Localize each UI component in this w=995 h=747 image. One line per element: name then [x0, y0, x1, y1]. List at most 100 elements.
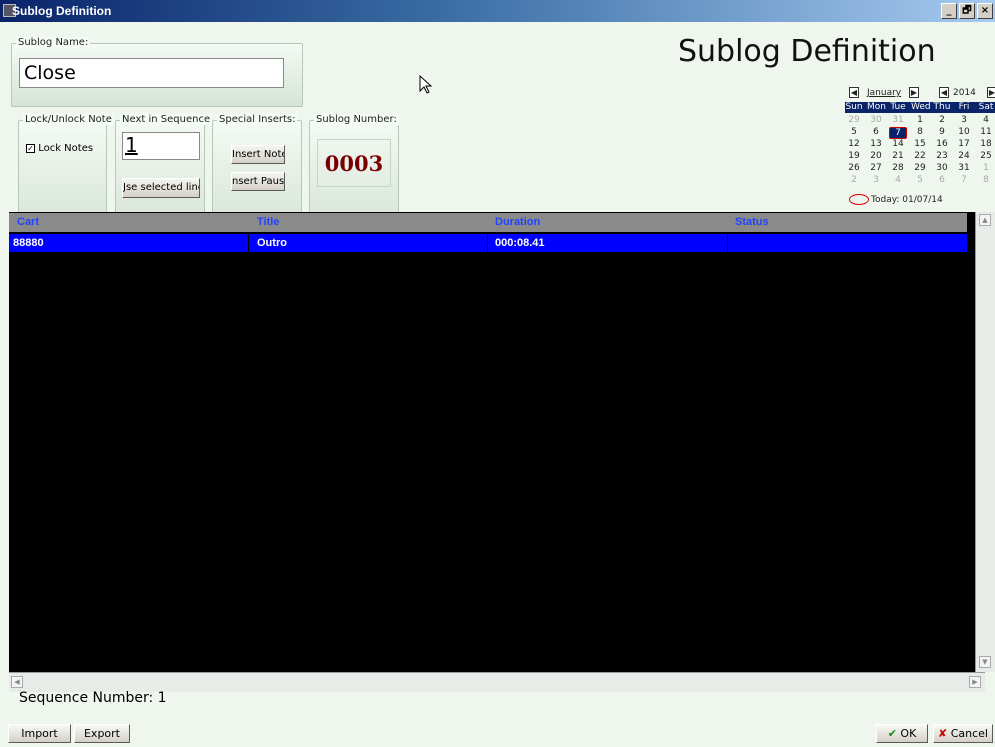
next-month-icon[interactable]: ▶: [909, 87, 919, 98]
lock-unlock-legend: Lock/Unlock Note: [23, 114, 114, 125]
column-header-cart[interactable]: Cart: [17, 216, 39, 228]
calendar-day[interactable]: 8: [911, 127, 929, 137]
calendar-day[interactable]: 1: [977, 163, 995, 173]
calendar-day[interactable]: 7: [889, 127, 907, 139]
calendar-nav: ◀ January ▶ ◀ 2014 ▶: [845, 86, 995, 100]
calendar-day[interactable]: 21: [889, 151, 907, 161]
scroll-up-icon[interactable]: ▲: [979, 214, 991, 226]
column-header-duration[interactable]: Duration: [495, 216, 540, 228]
calendar-day[interactable]: 2: [933, 115, 951, 125]
calendar-day[interactable]: 29: [845, 115, 863, 125]
scroll-left-icon[interactable]: ◀: [11, 676, 23, 688]
window-title-bar[interactable]: Sublog Definition _ 🗗 ×: [0, 0, 995, 22]
calendar-day[interactable]: 30: [867, 115, 885, 125]
calendar-day[interactable]: 19: [845, 151, 863, 161]
calendar-day[interactable]: 26: [845, 163, 863, 173]
calendar-year[interactable]: 2014: [953, 88, 976, 98]
calendar-day[interactable]: 5: [911, 175, 929, 185]
weekday-label: Sat: [978, 102, 994, 112]
calendar-day[interactable]: 15: [911, 139, 929, 149]
column-header-title[interactable]: Title: [257, 216, 279, 228]
sublog-name-group: Sublog Name: Close: [11, 37, 303, 107]
table-header: Cart Title Duration Status: [9, 213, 967, 232]
calendar-day[interactable]: 25: [977, 151, 995, 161]
calendar-day[interactable]: 7: [955, 175, 973, 185]
calendar-day[interactable]: 22: [911, 151, 929, 161]
calendar-day[interactable]: 27: [867, 163, 885, 173]
weekday-label: Tue: [890, 102, 906, 112]
scroll-right-icon[interactable]: ▶: [969, 676, 981, 688]
calendar-day[interactable]: 23: [933, 151, 951, 161]
calendar-day[interactable]: 12: [845, 139, 863, 149]
next-year-icon[interactable]: ▶: [987, 87, 995, 98]
calendar-month[interactable]: January: [867, 88, 901, 98]
maximize-button[interactable]: 🗗: [959, 3, 975, 19]
calendar-day[interactable]: 3: [955, 115, 973, 125]
calendar-day[interactable]: 13: [867, 139, 885, 149]
calendar-day[interactable]: 29: [911, 163, 929, 173]
calendar-day[interactable]: 9: [933, 127, 951, 137]
weekday-label: Wed: [911, 102, 931, 112]
calendar-weekday-header: Sun Mon Tue Wed Thu Fri Sat: [845, 102, 995, 113]
minimize-button[interactable]: _: [941, 3, 957, 19]
cell-cart: 88880: [13, 237, 44, 249]
ok-button[interactable]: ✔ OK: [876, 724, 928, 743]
calendar-day[interactable]: 31: [889, 115, 907, 125]
calendar-day[interactable]: 24: [955, 151, 973, 161]
export-button[interactable]: Export: [74, 724, 130, 743]
calendar-day[interactable]: 16: [933, 139, 951, 149]
calendar-day[interactable]: 17: [955, 139, 973, 149]
calendar-day[interactable]: 18: [977, 139, 995, 149]
weekday-label: Thu: [933, 102, 951, 112]
sublog-name-input[interactable]: Close: [19, 58, 284, 88]
calendar-day[interactable]: 10: [955, 127, 973, 137]
insert-note-button[interactable]: Insert Note: [231, 145, 285, 164]
calendar-day[interactable]: 1: [911, 115, 929, 125]
calendar-day[interactable]: 6: [933, 175, 951, 185]
cancel-button[interactable]: ✘ Cancel: [933, 724, 993, 743]
calendar-day[interactable]: 4: [889, 175, 907, 185]
cell-duration: 000:08.41: [495, 237, 545, 249]
calendar-day[interactable]: 2: [845, 175, 863, 185]
calendar-day[interactable]: 4: [977, 115, 995, 125]
vertical-scrollbar[interactable]: ▲ ▼: [975, 212, 995, 672]
next-in-sequence-legend: Next in Sequence: [120, 114, 213, 125]
calendar-week-row: 2345678: [845, 175, 995, 186]
next-sequence-input[interactable]: 1: [122, 132, 200, 160]
calendar-day[interactable]: 11: [977, 127, 995, 137]
window-title: Sublog Definition: [12, 4, 112, 18]
import-button[interactable]: Import: [8, 724, 71, 743]
calendar-day[interactable]: 20: [867, 151, 885, 161]
prev-month-icon[interactable]: ◀: [849, 87, 859, 98]
lock-notes-label: Lock Notes: [38, 143, 94, 154]
use-selected-line-button[interactable]: Jse selected line: [122, 178, 200, 198]
calendar-day[interactable]: 14: [889, 139, 907, 149]
calendar-day[interactable]: 6: [867, 127, 885, 137]
calendar-day[interactable]: 31: [955, 163, 973, 173]
window-content: Sublog Name: Close Lock/Unlock Note ✓ Lo…: [0, 22, 995, 747]
lock-notes-checkbox[interactable]: ✓ Lock Notes: [26, 143, 93, 154]
sublog-number-legend: Sublog Number:: [314, 114, 399, 125]
weekday-label: Sun: [845, 102, 863, 112]
calendar-day[interactable]: 8: [977, 175, 995, 185]
prev-year-icon[interactable]: ◀: [939, 87, 949, 98]
calendar-day[interactable]: 3: [867, 175, 885, 185]
insert-pause-button[interactable]: nsert Pause: [231, 172, 285, 191]
scroll-down-icon[interactable]: ▼: [979, 656, 991, 668]
column-header-status[interactable]: Status: [735, 216, 769, 228]
today-indicator[interactable]: Today: 01/07/14: [849, 194, 943, 205]
horizontal-scrollbar[interactable]: ◀ ▶: [9, 672, 985, 692]
close-button[interactable]: ×: [977, 3, 993, 19]
today-label: Today: 01/07/14: [871, 195, 943, 205]
checkbox-checked-icon: ✓: [26, 143, 35, 153]
cancel-label: Cancel: [950, 727, 988, 740]
weekday-label: Fri: [958, 102, 970, 112]
calendar-day[interactable]: 5: [845, 127, 863, 137]
sublog-table[interactable]: Cart Title Duration Status 88880 Outro 0…: [9, 212, 985, 672]
cell-title: Outro: [257, 237, 287, 249]
calendar-day[interactable]: 30: [933, 163, 951, 173]
special-inserts-legend: Special Inserts:: [217, 114, 298, 125]
calendar-day[interactable]: 28: [889, 163, 907, 173]
window-controls: _ 🗗 ×: [941, 3, 993, 19]
table-row[interactable]: 88880 Outro 000:08.41: [9, 234, 967, 252]
